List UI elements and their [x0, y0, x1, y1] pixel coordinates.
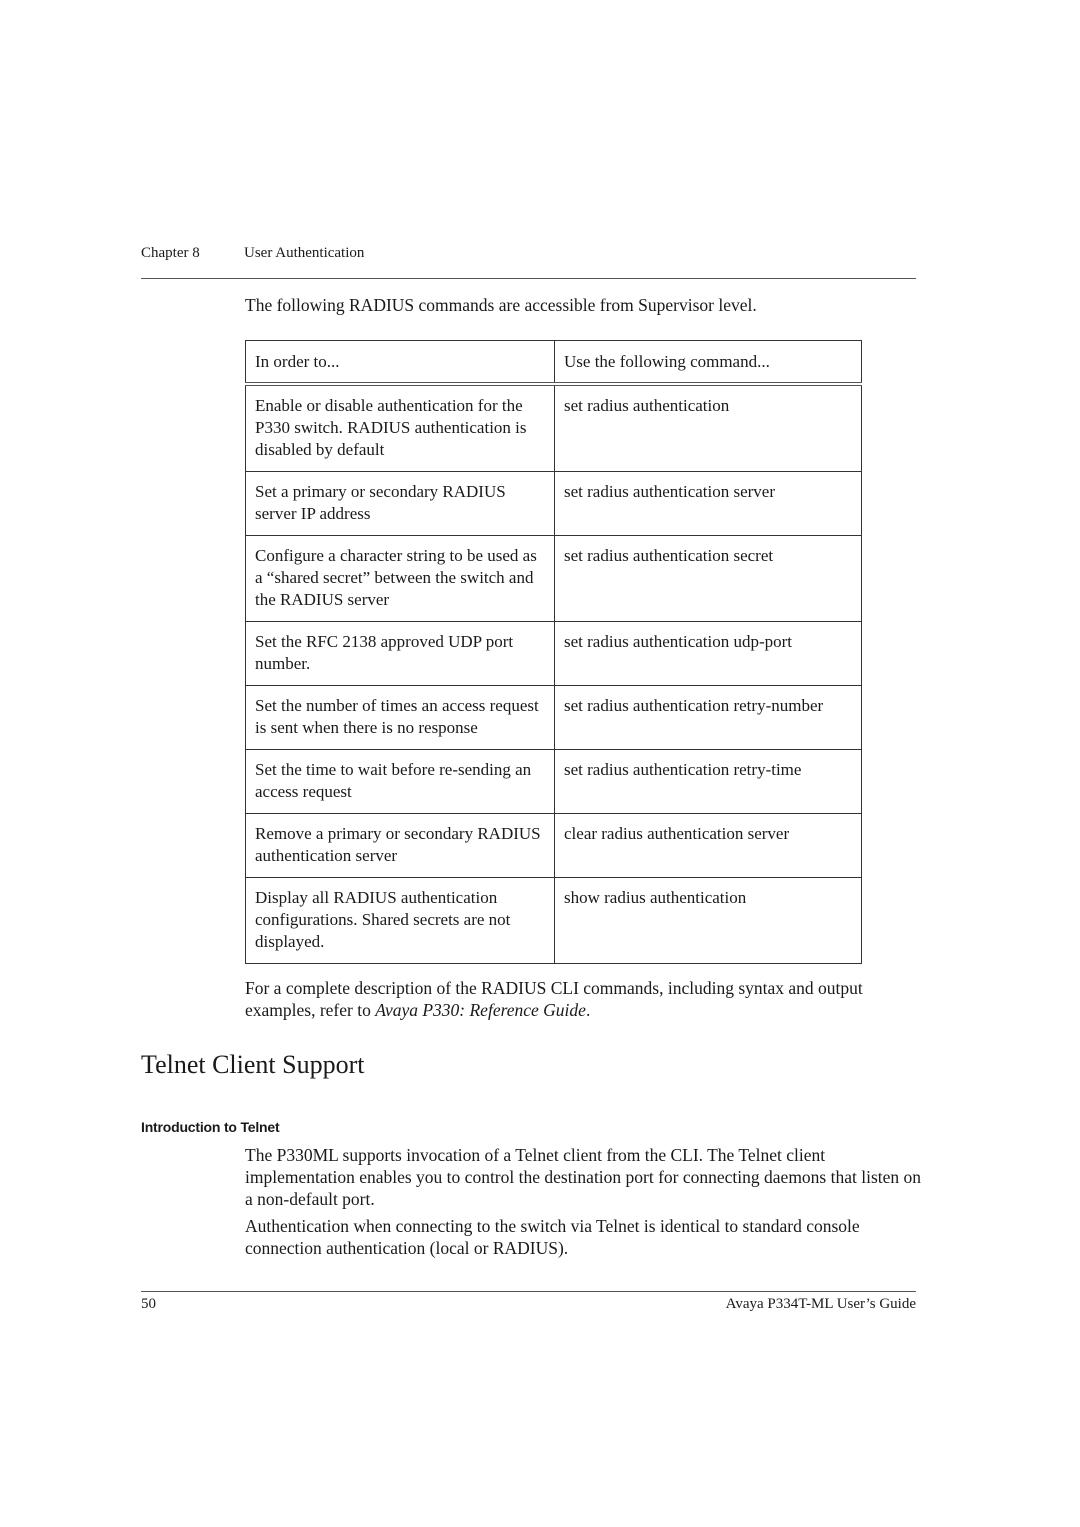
command-cell: set radius authentication — [554, 383, 862, 472]
table-row: Set the RFC 2138 approved UDP port numbe… — [245, 621, 862, 686]
command-cell: set radius authentication retry-number — [554, 685, 862, 750]
column-header-command: Use the following command... — [554, 340, 862, 386]
purpose-cell: Enable or disable authentication for the… — [245, 383, 555, 472]
column-header-purpose: In order to... — [245, 340, 555, 386]
purpose-cell: Set the RFC 2138 approved UDP port numbe… — [245, 621, 555, 686]
chapter-label: Chapter 8 — [141, 245, 200, 261]
table-row: Enable or disable authentication for the… — [245, 383, 862, 472]
command-cell: set radius authentication retry-time — [554, 749, 862, 814]
running-header: Chapter 8 User Authentication — [141, 245, 916, 262]
purpose-cell: Configure a character string to be used … — [245, 535, 555, 622]
body-paragraph: Authentication when connecting to the sw… — [245, 1216, 860, 1258]
section-heading: Telnet Client Support — [141, 1050, 365, 1079]
body-paragraph: The P330ML supports invocation of a Teln… — [245, 1145, 922, 1209]
reference-paragraph: For a complete description of the RADIUS… — [245, 977, 925, 1021]
header-rule — [141, 278, 916, 279]
command-cell: show radius authentication — [554, 877, 862, 964]
command-cell: set radius authentication server — [554, 471, 862, 536]
command-cell: clear radius authentication server — [554, 813, 862, 878]
table-row: Set a primary or secondary RADIUS server… — [245, 471, 862, 536]
guide-title: Avaya P334T-ML User’s Guide — [725, 1296, 916, 1312]
intro-paragraph: The following RADIUS commands are access… — [245, 295, 757, 315]
purpose-cell: Remove a primary or secondary RADIUS aut… — [245, 813, 555, 878]
purpose-cell: Set a primary or secondary RADIUS server… — [245, 471, 555, 536]
purpose-cell: Set the number of times an access reques… — [245, 685, 555, 750]
table-header-row: In order to... Use the following command… — [245, 340, 862, 386]
running-footer: 50 Avaya P334T-ML User’s Guide — [141, 1296, 916, 1313]
table-row: Configure a character string to be used … — [245, 535, 862, 622]
command-cell: set radius authentication secret — [554, 535, 862, 622]
table-row: Set the time to wait before re-sending a… — [245, 749, 862, 814]
command-cell: set radius authentication udp-port — [554, 621, 862, 686]
chapter-title: User Authentication — [244, 245, 365, 261]
table-row: Set the number of times an access reques… — [245, 685, 862, 750]
purpose-cell: Set the time to wait before re-sending a… — [245, 749, 555, 814]
reference-text-end: . — [585, 1000, 591, 1020]
table-row: Remove a primary or secondary RADIUS aut… — [245, 813, 862, 878]
reference-guide-title: Avaya P330: Reference Guide — [375, 1000, 586, 1020]
footer-rule — [141, 1291, 916, 1292]
table-row: Display all RADIUS authentication config… — [245, 877, 862, 964]
page-number: 50 — [141, 1296, 156, 1312]
radius-commands-table: In order to... Use the following command… — [245, 340, 862, 964]
subsection-heading: Introduction to Telnet — [141, 1119, 280, 1135]
purpose-cell: Display all RADIUS authentication config… — [245, 877, 555, 964]
